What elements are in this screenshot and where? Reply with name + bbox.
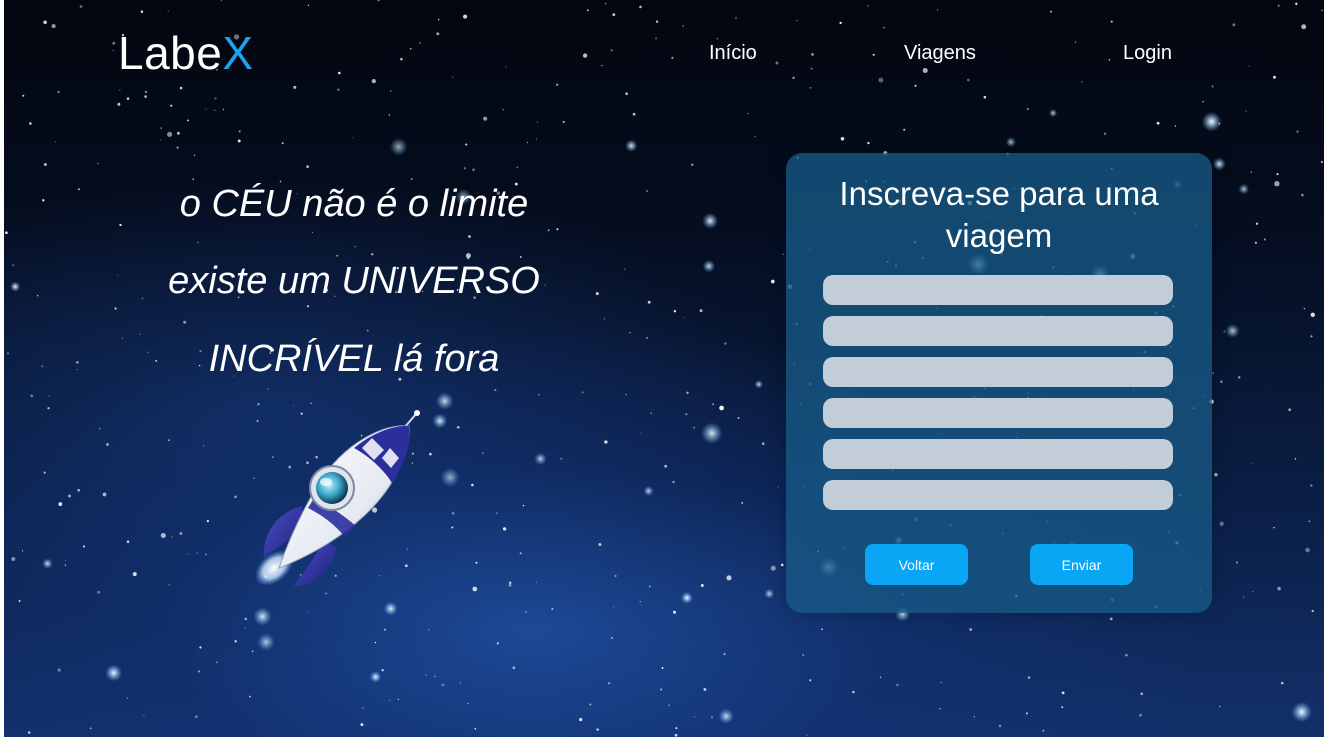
logo[interactable]: LabeX (118, 26, 254, 80)
form-field-2[interactable] (823, 316, 1173, 346)
form-field-6[interactable] (823, 480, 1173, 510)
rocket-illustration (244, 408, 434, 593)
form-field-3[interactable] (823, 357, 1173, 387)
hero-line-1: o CÉU não é o limite (179, 183, 529, 225)
nav-inicio[interactable]: Início (709, 40, 757, 66)
logo-text: Labe (118, 27, 223, 79)
hero-line-2: existe um UNIVERSO (168, 260, 540, 302)
nav-viagens[interactable]: Viagens (904, 40, 976, 66)
form-field-1[interactable] (823, 275, 1173, 305)
back-button[interactable]: Voltar (865, 544, 968, 585)
logo-accent: X (222, 27, 254, 79)
form-field-5[interactable] (823, 439, 1173, 469)
nav-login[interactable]: Login (1123, 40, 1172, 66)
submit-button[interactable]: Enviar (1030, 544, 1133, 585)
form-title: Inscreva-se para uma viagem (839, 175, 1159, 254)
signup-form-card: Inscreva-se para uma viagem Voltar Envia… (786, 153, 1212, 613)
hero-line-3: INCRÍVEL lá fora (208, 338, 500, 380)
form-field-4[interactable] (823, 398, 1173, 428)
page-background: LabeX Início Viagens Login o CÉU não é o… (4, 0, 1324, 737)
